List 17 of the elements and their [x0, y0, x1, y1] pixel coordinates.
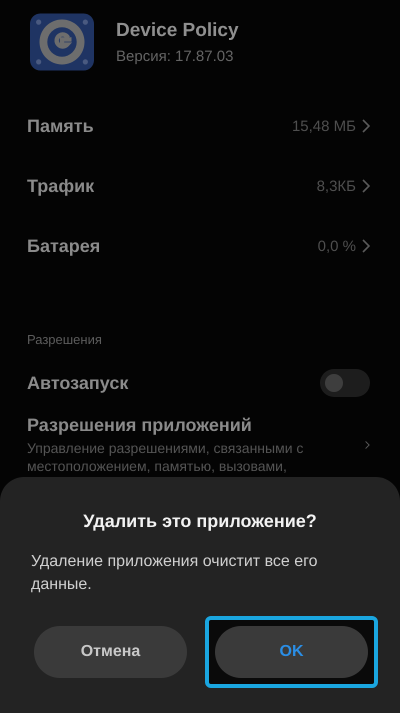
- ok-button[interactable]: OK: [215, 626, 368, 678]
- info-row[interactable]: Память 15,48 МБ: [0, 96, 400, 156]
- autostart-label: Автозапуск: [27, 372, 128, 394]
- info-row[interactable]: Батарея 0,0 %: [0, 216, 400, 276]
- chevron-right-icon: [362, 119, 370, 133]
- dialog-message: Удаление приложения очистит все его данные.: [30, 552, 319, 595]
- dialog-title: Удалить это приложение?: [82, 510, 318, 532]
- chevron-right-icon: [362, 179, 370, 193]
- permissions-title[interactable]: Разрешения приложений: [27, 415, 346, 436]
- autostart-toggle[interactable]: [320, 369, 370, 397]
- section-title: Разрешения: [26, 331, 103, 349]
- app-name: Device Policy: [116, 20, 239, 42]
- app-version: Версия: 17.87.03: [116, 48, 234, 64]
- cancel-button[interactable]: Отмена: [34, 626, 187, 678]
- permissions-description: Управление разрешениями, связанными с местоположением, памятью, вызовами,: [27, 439, 304, 475]
- chevron-right-icon: [362, 239, 370, 253]
- info-row[interactable]: Трафик 8,3КБ: [0, 156, 400, 216]
